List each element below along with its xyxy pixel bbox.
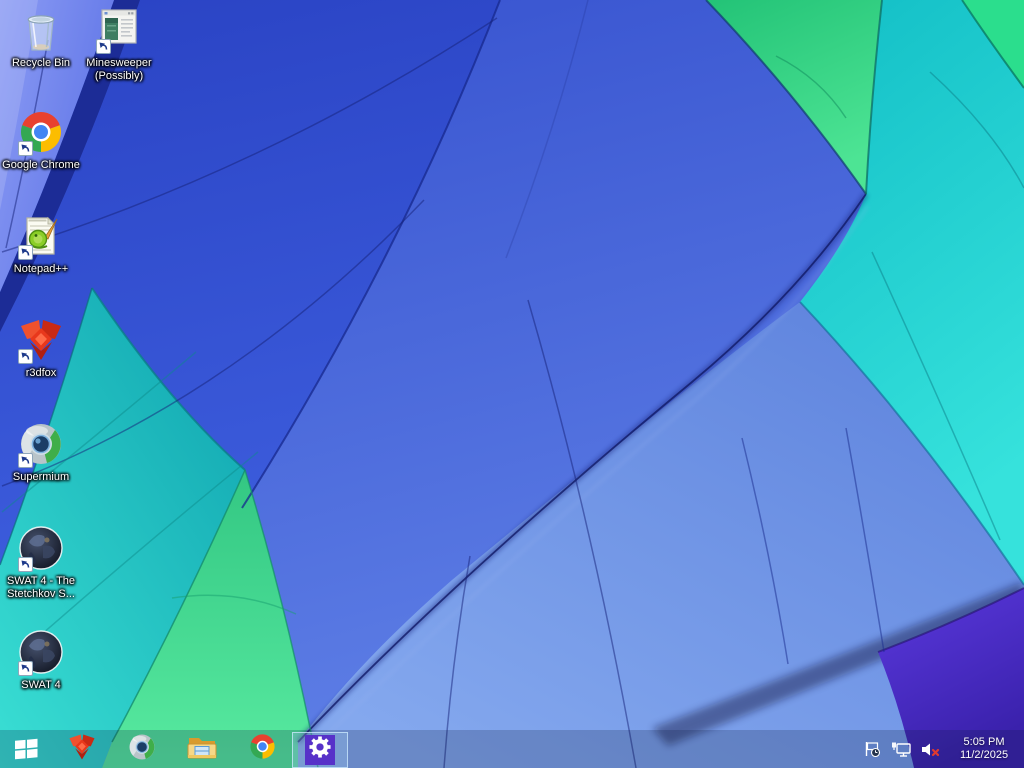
clock-time: 5:05 PM (963, 736, 1005, 748)
desktop-icon-label: Recycle Bin (11, 57, 71, 69)
taskbar-r3dfox-button[interactable] (52, 730, 112, 768)
desktop-icon-label: Minesweeper (Possibly) (86, 57, 152, 82)
taskbar-file-explorer-button[interactable] (172, 730, 232, 768)
desktop-icon-supermium[interactable]: Supermium (2, 420, 80, 484)
shortcut-arrow-overlay (18, 557, 33, 572)
shortcut-arrow-overlay (18, 245, 33, 260)
shortcut-arrow-overlay (96, 39, 111, 54)
notepadpp-icon (17, 212, 65, 260)
chrome-icon (17, 108, 65, 156)
file-explorer-icon (186, 732, 218, 767)
shortcut-arrow-overlay (18, 349, 33, 364)
desktop-icon-r3dfox[interactable]: r3dfox (2, 316, 80, 380)
desktop-icon-label: SWAT 4 - The Stetchkov S... (6, 575, 76, 600)
taskbar-supermium-button[interactable] (112, 730, 172, 768)
taskbar-clock[interactable]: 5:05 PM 11/2/2025 (948, 736, 1016, 762)
desktop-icon-swat4[interactable]: SWAT 4 (2, 628, 80, 692)
shortcut-arrow-overlay (18, 453, 33, 468)
minesweeper-icon (95, 6, 143, 54)
shortcut-arrow-overlay (18, 141, 33, 156)
swat4-icon (17, 524, 65, 572)
desktop-icon-minesweeper[interactable]: Minesweeper (Possibly) (80, 6, 158, 83)
clock-date: 11/2/2025 (959, 749, 1009, 761)
start-button[interactable] (0, 730, 52, 768)
desktop-icon-label: Google Chrome (2, 159, 80, 171)
taskbar-chrome-button[interactable] (232, 730, 292, 768)
r3dfox-icon (67, 732, 97, 767)
r3dfox-icon (17, 316, 65, 364)
shortcut-arrow-overlay (18, 661, 33, 676)
supermium-icon (127, 732, 157, 767)
wallpaper-image (0, 0, 1024, 768)
desktop-icon-label: r3dfox (25, 367, 57, 379)
supermium-icon (17, 420, 65, 468)
gear-icon (309, 736, 331, 763)
desktop-icon-label: Supermium (12, 471, 70, 483)
action-center-flag-icon[interactable] (861, 738, 883, 760)
chrome-icon (248, 732, 277, 766)
network-icon[interactable] (890, 738, 912, 760)
desktop-icon-label: Notepad++ (13, 263, 69, 275)
settings-tile (305, 734, 335, 765)
windows-start-icon (12, 734, 40, 765)
desktop-icon-google-chrome[interactable]: Google Chrome (2, 108, 80, 172)
desktop-icon-recycle-bin[interactable]: Recycle Bin (2, 6, 80, 70)
volume-muted-icon[interactable] (919, 738, 941, 760)
taskbar: 5:05 PM 11/2/2025 (0, 730, 1024, 768)
desktop-icon-swat4-stetchkov[interactable]: SWAT 4 - The Stetchkov S... (2, 524, 80, 601)
desktop: Recycle Bin Minesweeper (Possibly) Googl… (0, 0, 1024, 768)
swat4-icon (17, 628, 65, 676)
recycle-bin-icon (17, 6, 65, 54)
taskbar-settings-button[interactable] (292, 731, 348, 768)
desktop-icon-label: SWAT 4 (21, 679, 61, 691)
desktop-icon-notepadpp[interactable]: Notepad++ (2, 212, 80, 276)
system-tray: 5:05 PM 11/2/2025 (861, 736, 1024, 762)
